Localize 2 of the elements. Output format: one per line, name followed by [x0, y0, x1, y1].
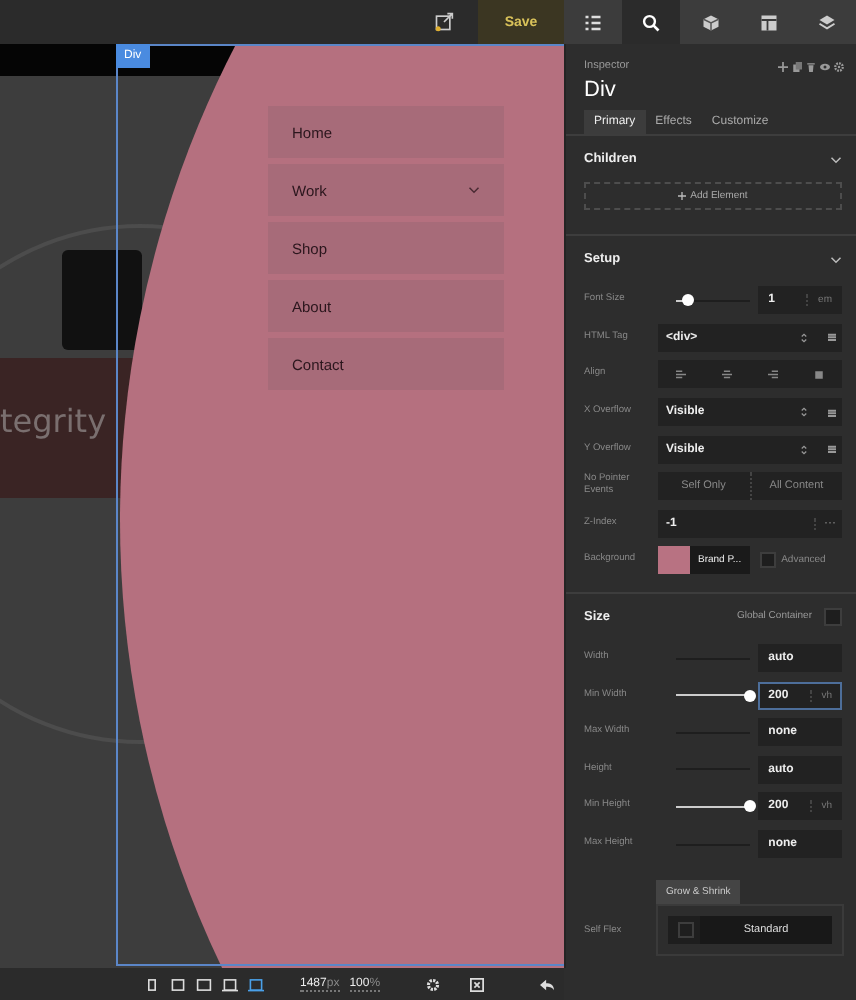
element-title: Div — [582, 76, 618, 102]
banner-heading: tegrity — [0, 402, 107, 440]
